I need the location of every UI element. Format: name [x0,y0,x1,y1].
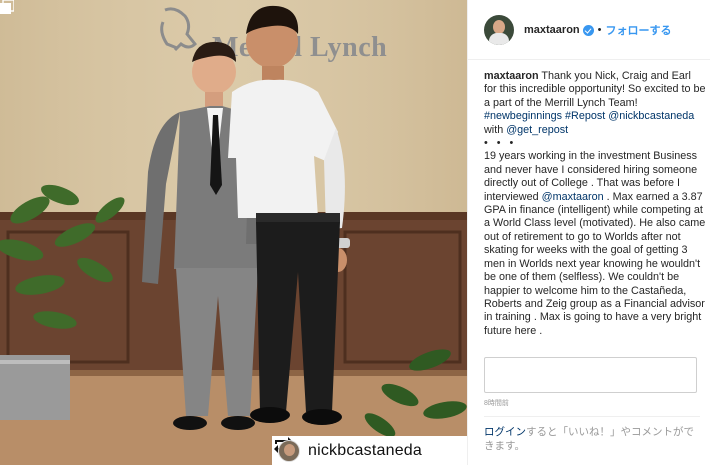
verified-badge-icon [582,25,594,36]
caption-body: . Max earned a 3.87 GPA in finance (inte… [484,190,706,337]
follow-button[interactable]: フォローする [606,22,672,38]
login-prompt: ログインすると「いいね！」やコメントができます。 [484,425,699,453]
hashtag-link[interactable]: #Repost [565,110,605,122]
post-photo[interactable]: Merrill Lynch nickbcastaneda [0,0,467,465]
hashtag-link[interactable]: #newbeginnings [484,110,562,122]
mention-link[interactable]: @maxtaaron [542,191,604,203]
author-avatar[interactable] [484,14,514,45]
carousel-icon [0,0,14,14]
post-caption: maxtaaron Thank you Nick, Craig and Earl… [484,70,706,365]
author-username[interactable]: maxtaaron [524,24,580,36]
header-separator: • [597,23,602,36]
post-side-panel: maxtaaron • フォローする maxtaaron Thank you N… [467,0,710,465]
repost-attribution: nickbcastaneda [272,436,467,465]
repost-author-avatar [278,439,300,462]
mention-link[interactable]: @nickbcastaneda [608,110,694,122]
mention-link[interactable]: @get_repost [506,124,568,136]
login-link[interactable]: ログイン [484,426,526,438]
post-header: maxtaaron • フォローする [468,0,710,60]
divider [484,416,700,417]
caption-bullets: • • • [484,137,517,150]
people-illustration [0,5,467,437]
post-timestamp: 8時間前 [484,400,509,407]
comment-input[interactable] [484,357,697,393]
caption-with-text: with [484,123,504,136]
repost-author-name: nickbcastaneda [308,441,422,459]
caption-username[interactable]: maxtaaron [484,70,539,82]
